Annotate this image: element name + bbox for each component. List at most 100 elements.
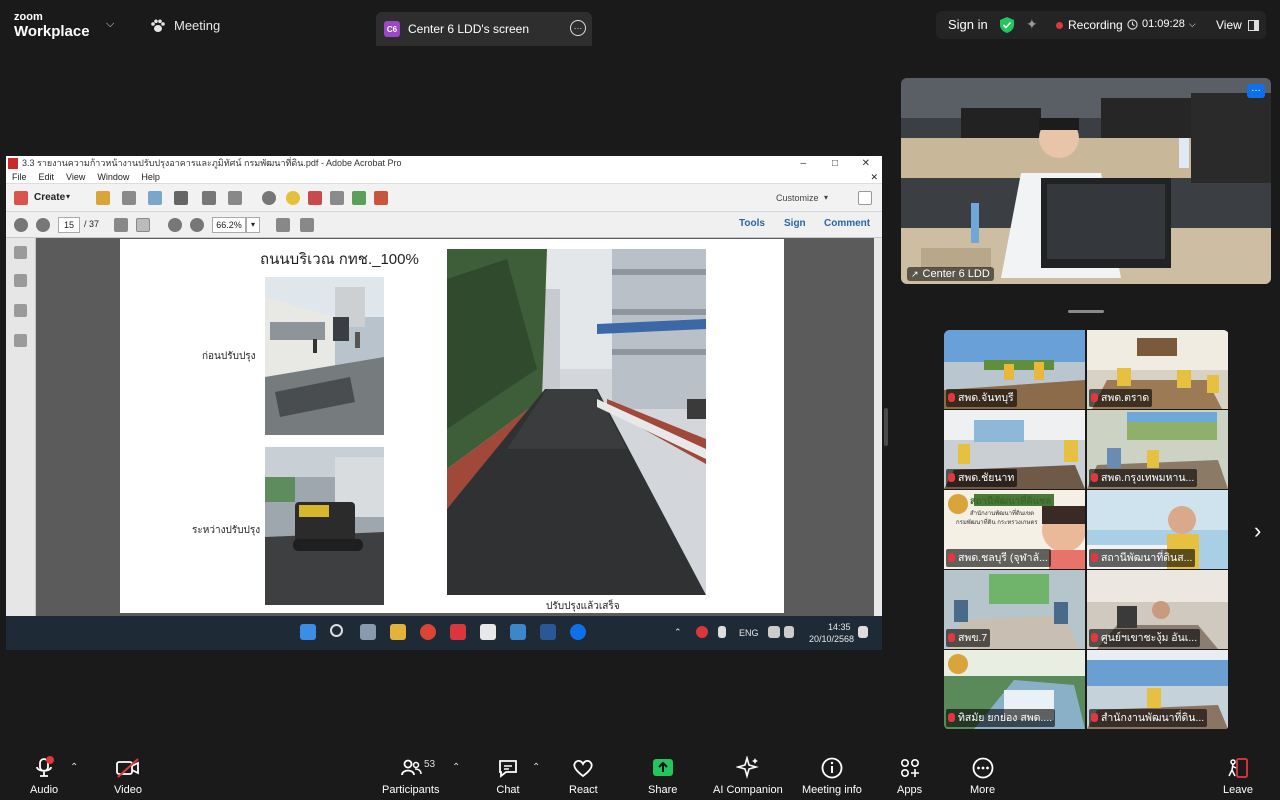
chevron-up-icon[interactable]: ⌃ xyxy=(674,627,682,638)
leave-button[interactable]: Leave xyxy=(1223,756,1253,796)
open-folder-icon[interactable] xyxy=(96,191,110,205)
sign-pane-button[interactable]: Sign xyxy=(784,218,806,229)
menu-view[interactable]: View xyxy=(66,171,85,183)
file-explorer-icon[interactable] xyxy=(390,624,406,640)
recording-indicator[interactable]: Recording xyxy=(1056,18,1123,32)
meeting-timer[interactable]: 01:09:28 ⌵ xyxy=(1127,18,1196,30)
participant-tile[interactable]: ศูนย์ฯเขาชะงุ้ม อันเ... xyxy=(1087,570,1228,649)
apps-button[interactable]: Apps xyxy=(897,756,922,796)
document-icon[interactable] xyxy=(330,191,344,205)
menu-edit[interactable]: Edit xyxy=(39,171,55,183)
participant-tile[interactable]: สำนักงานพัฒนาที่ดิน... xyxy=(1087,650,1228,729)
menu-help[interactable]: Help xyxy=(141,171,160,183)
volume-icon[interactable] xyxy=(784,626,794,638)
sign-tool-icon[interactable] xyxy=(374,191,388,205)
video-button[interactable]: Video xyxy=(114,756,142,796)
active-speaker-video[interactable]: … ↗ Center 6 LDD xyxy=(901,78,1271,284)
vertical-scrollbar[interactable] xyxy=(874,238,882,616)
fit-page-icon[interactable] xyxy=(276,218,290,232)
comment-bubble-icon[interactable] xyxy=(286,191,300,205)
create-icon[interactable] xyxy=(14,191,28,205)
email-icon[interactable] xyxy=(228,191,242,205)
more-button[interactable]: More xyxy=(970,756,995,796)
screen-share-tab[interactable]: C6 Center 6 LDD's screen … xyxy=(376,12,592,46)
task-view-icon[interactable] xyxy=(360,624,376,640)
search-icon[interactable] xyxy=(330,624,343,637)
chevron-down-icon[interactable]: ▾ xyxy=(824,193,828,202)
page-thumbnails-icon[interactable] xyxy=(14,246,27,259)
edit-icon[interactable] xyxy=(202,191,216,205)
tools-pane-button[interactable]: Tools xyxy=(739,218,765,229)
minimize-icon[interactable]: – xyxy=(800,156,806,171)
participant-tile[interactable]: สพด.จันทบุรี xyxy=(944,330,1085,409)
select-cursor-icon[interactable] xyxy=(114,218,128,232)
hand-tool-icon[interactable] xyxy=(136,218,150,232)
notification-icon[interactable] xyxy=(858,626,868,638)
pdf-tool-icon[interactable] xyxy=(308,191,322,205)
gallery-drag-handle[interactable] xyxy=(1068,310,1104,313)
acrobat-icon[interactable] xyxy=(480,624,496,640)
share-button[interactable]: Share xyxy=(648,756,677,796)
meeting-tab[interactable]: Meeting xyxy=(150,18,220,33)
attachments-icon[interactable] xyxy=(14,304,27,317)
chevron-up-icon[interactable]: ⌃ xyxy=(70,762,78,773)
view-button[interactable]: View xyxy=(1216,18,1259,32)
sparkle-icon[interactable]: ✦ xyxy=(1026,16,1038,33)
participant-tile[interactable]: ทิสมัย ยกย่อง สพด.... xyxy=(944,650,1085,729)
save-icon[interactable] xyxy=(122,191,136,205)
chevron-up-icon[interactable]: ⌃ xyxy=(532,762,540,773)
app-red-icon[interactable] xyxy=(450,624,466,640)
customize-button[interactable]: Customize xyxy=(776,193,819,203)
fit-width-icon[interactable] xyxy=(300,218,314,232)
create-button[interactable]: Create xyxy=(34,192,65,203)
participant-tile[interactable]: สถานีพัฒนาที่ดินส... xyxy=(1087,490,1228,569)
bookmarks-icon[interactable] xyxy=(14,274,27,287)
export-icon[interactable] xyxy=(352,191,366,205)
fullscreen-icon[interactable] xyxy=(858,191,872,205)
sign-in-button[interactable]: Sign in xyxy=(948,17,988,32)
input-language[interactable]: ENG xyxy=(739,628,759,638)
ai-companion-button[interactable]: AI Companion xyxy=(713,756,783,796)
more-options-icon[interactable]: … xyxy=(570,20,586,36)
arrow-up-icon[interactable] xyxy=(14,218,28,232)
pdf-page[interactable]: ถนนบริเวณ กทช._100% ก่อนปรับปรุง ระหว่าง… xyxy=(120,239,784,613)
maximize-icon[interactable]: □ xyxy=(832,156,838,171)
menu-window[interactable]: Window xyxy=(97,171,129,183)
chrome-icon[interactable] xyxy=(420,624,436,640)
clock-time[interactable]: 14:35 xyxy=(828,622,851,632)
windows-start-icon[interactable] xyxy=(300,624,316,640)
word-icon[interactable] xyxy=(540,624,556,640)
zoom-level-input[interactable]: 66.2% xyxy=(212,217,246,233)
participant-tile[interactable]: สพข.7 xyxy=(944,570,1085,649)
zoom-in-icon[interactable] xyxy=(190,218,204,232)
microphone-icon[interactable] xyxy=(718,626,726,638)
chevron-down-icon[interactable]: ⌵ xyxy=(106,18,114,31)
chat-button[interactable]: Chat xyxy=(496,756,520,796)
zoom-workplace-logo[interactable]: zoom Workplace xyxy=(14,12,90,40)
participant-tile[interactable]: สพด.ชัยนาท xyxy=(944,410,1085,489)
react-button[interactable]: React xyxy=(569,756,598,796)
arrow-down-icon[interactable] xyxy=(36,218,50,232)
cloud-upload-icon[interactable] xyxy=(148,191,162,205)
zoom-app-icon[interactable] xyxy=(570,624,586,640)
photos-icon[interactable] xyxy=(510,624,526,640)
shield-icon[interactable] xyxy=(1000,17,1014,33)
audio-button[interactable]: Audio xyxy=(30,756,58,796)
chevron-up-icon[interactable]: ⌃ xyxy=(452,762,460,773)
menu-file[interactable]: File xyxy=(12,171,27,183)
chevron-right-icon[interactable]: › xyxy=(1254,518,1261,544)
clock-date[interactable]: 20/10/2568 xyxy=(809,634,854,644)
network-icon[interactable] xyxy=(768,626,780,638)
participant-tile[interactable]: สพด.กรุงเทพมหาน... xyxy=(1087,410,1228,489)
signatures-icon[interactable] xyxy=(14,334,27,347)
close-document-icon[interactable]: ✕ xyxy=(870,171,878,184)
zoom-out-icon[interactable] xyxy=(168,218,182,232)
chevron-down-icon[interactable]: ▾ xyxy=(66,192,70,201)
tray-app-icon[interactable] xyxy=(696,626,708,638)
chevron-down-icon[interactable]: ▾ xyxy=(246,217,260,233)
comment-pane-button[interactable]: Comment xyxy=(824,218,870,229)
settings-icon[interactable] xyxy=(262,191,276,205)
more-options-icon[interactable]: … xyxy=(1247,84,1265,98)
participant-tile[interactable]: สพด.ตราด xyxy=(1087,330,1228,409)
participant-tile[interactable]: สถานีพัฒนาที่ดินชล สำนักงานพัฒนาที่ดินเข… xyxy=(944,490,1085,569)
